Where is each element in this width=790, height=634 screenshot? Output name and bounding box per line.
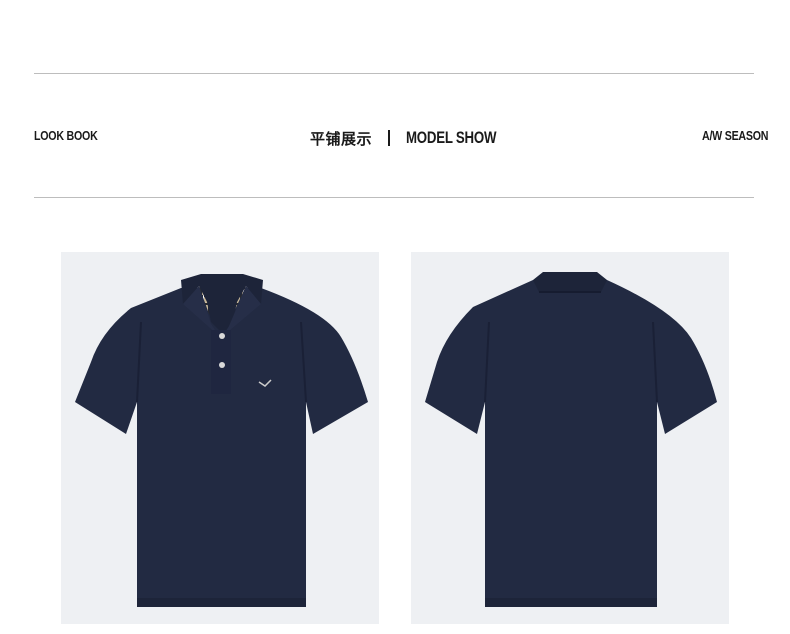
season-label: A/W SEASON — [702, 128, 769, 143]
section-title-en: MODEL SHOW — [406, 128, 497, 147]
polo-shirt-back-icon — [425, 272, 717, 607]
polo-shirt-front-icon — [75, 274, 368, 607]
bottom-divider — [34, 197, 754, 198]
title-separator — [388, 130, 391, 146]
top-divider — [34, 73, 754, 74]
look-book-label: LOOK BOOK — [34, 128, 98, 143]
product-photo-front — [61, 252, 379, 624]
product-photo-back — [411, 252, 729, 624]
section-title-cn: 平铺展示 — [310, 129, 373, 148]
section-title: 平铺展示 MODEL SHOW — [310, 124, 522, 152]
